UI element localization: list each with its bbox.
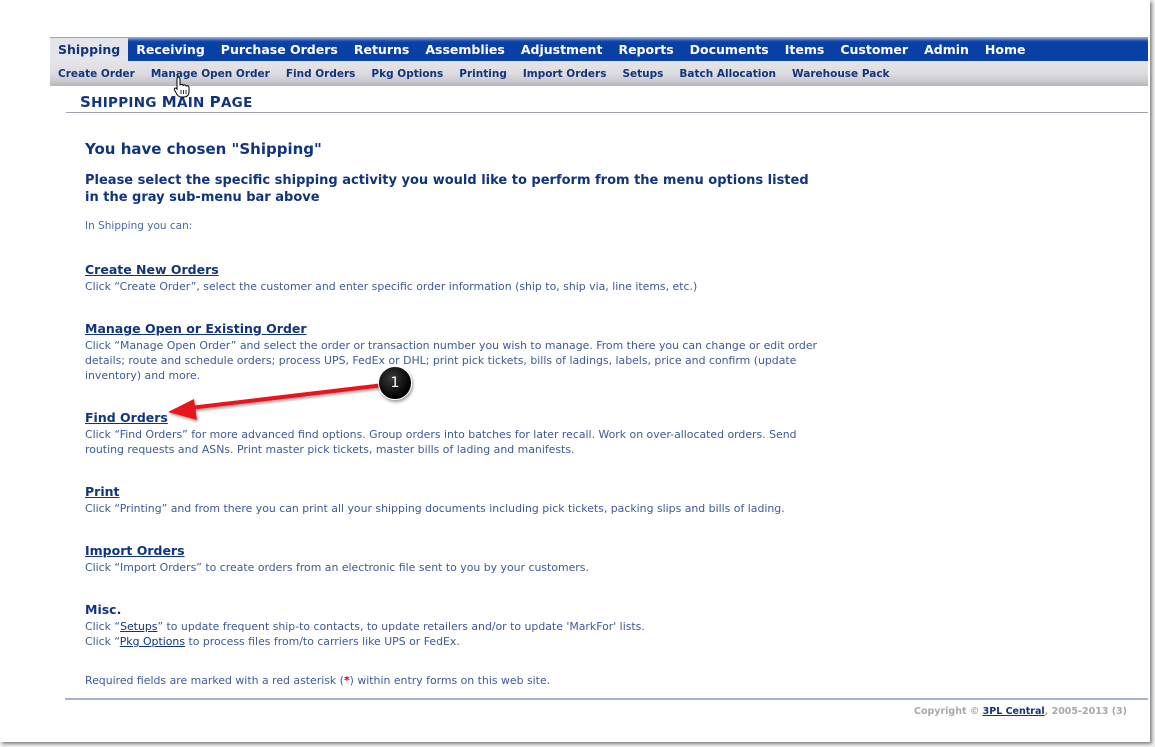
submenu-manage-open-order[interactable]: Manage Open Order (143, 68, 278, 80)
tab-home[interactable]: Home (977, 37, 1034, 61)
page-title-part: S (80, 93, 92, 111)
tab-documents[interactable]: Documents (682, 37, 777, 61)
misc-text: Click “ (85, 620, 121, 633)
section-misc: Misc. Click “Setups” to update frequent … (85, 599, 830, 649)
copyright-text: Copyright © (914, 706, 983, 717)
setups-link[interactable]: Setups (120, 620, 157, 633)
sub-menu-bar: Create Order Manage Open Order Find Orde… (50, 61, 1148, 86)
create-new-orders-link[interactable]: Create New Orders (85, 262, 219, 278)
section-find-orders: Find Orders Click “Find Orders” for more… (85, 407, 830, 457)
manage-open-order-link[interactable]: Manage Open or Existing Order (85, 321, 307, 337)
section-print: Print Click “Printing” and from there yo… (85, 481, 830, 516)
submenu-printing[interactable]: Printing (451, 68, 515, 80)
required-text: Required fields are marked with a red as… (85, 674, 344, 687)
footer-divider (65, 698, 1148, 700)
tab-reports[interactable]: Reports (610, 37, 681, 61)
section-import-orders: Import Orders Click “Import Orders” to c… (85, 540, 830, 575)
step-badge: 1 (378, 366, 412, 400)
misc-text: ” to update frequent ship-to contacts, t… (157, 620, 645, 633)
misc-text: to process files from/to carriers like U… (185, 635, 460, 648)
section-description: Click “Find Orders” for more advanced fi… (85, 428, 797, 456)
main-menu-bar: Shipping Receiving Purchase Orders Retur… (50, 37, 1148, 61)
tab-customer[interactable]: Customer (832, 37, 916, 61)
arrow-shaft (188, 383, 386, 410)
submenu-warehouse-pack[interactable]: Warehouse Pack (784, 68, 898, 80)
3pl-central-link[interactable]: 3PL Central (983, 706, 1045, 717)
section-description: Click “Create Order”, select the custome… (85, 280, 698, 293)
tab-adjustment[interactable]: Adjustment (513, 37, 611, 61)
tab-admin[interactable]: Admin (916, 37, 977, 61)
misc-heading: Misc. (85, 602, 122, 617)
chosen-heading: You have chosen "Shipping" (85, 140, 322, 158)
tab-receiving[interactable]: Receiving (128, 37, 213, 61)
submenu-import-orders[interactable]: Import Orders (515, 68, 615, 80)
pkg-options-link[interactable]: Pkg Options (120, 635, 185, 648)
import-orders-link[interactable]: Import Orders (85, 543, 185, 559)
copyright-text: , 2005-2013 (3) (1044, 706, 1128, 717)
tab-items[interactable]: Items (777, 37, 833, 61)
page-title: SHIPPING MAIN PAGE (80, 93, 253, 111)
section-description: Click “Manage Open Order” and select the… (85, 339, 817, 382)
section-description: Click “Printing” and from there you can … (85, 502, 785, 515)
required-fields-note: Required fields are marked with a red as… (85, 674, 550, 687)
tab-shipping[interactable]: Shipping (50, 38, 129, 61)
misc-line-pkg-options: Click “Pkg Options to process files from… (85, 634, 830, 649)
title-divider (66, 112, 1148, 113)
misc-text: Click “ (85, 635, 120, 648)
submenu-batch-allocation[interactable]: Batch Allocation (671, 68, 784, 80)
section-description: Click “Import Orders” to create orders f… (85, 561, 589, 574)
submenu-setups[interactable]: Setups (614, 68, 671, 80)
section-create-new-orders: Create New Orders Click “Create Order”, … (85, 259, 830, 294)
tab-returns[interactable]: Returns (346, 37, 417, 61)
page-title-part: P (209, 93, 221, 111)
hand-pointer-icon (173, 76, 190, 98)
intro-text: In Shipping you can: (85, 220, 193, 232)
instruction-text: Please select the specific shipping acti… (85, 173, 809, 205)
section-manage-open-order: Manage Open or Existing Order Click “Man… (85, 318, 830, 383)
copyright-notice: Copyright © 3PL Central, 2005-2013 (3) (914, 706, 1127, 717)
print-link[interactable]: Print (85, 484, 120, 500)
tab-purchase-orders[interactable]: Purchase Orders (213, 37, 346, 61)
page-title-part: AGE (220, 95, 253, 111)
submenu-find-orders[interactable]: Find Orders (278, 68, 364, 80)
tab-assemblies[interactable]: Assemblies (417, 37, 513, 61)
app-window: Shipping Receiving Purchase Orders Retur… (0, 0, 1150, 742)
submenu-create-order[interactable]: Create Order (50, 68, 143, 80)
submenu-pkg-options[interactable]: Pkg Options (363, 68, 451, 80)
find-orders-link[interactable]: Find Orders (85, 410, 168, 426)
misc-line-setups: Click “Setups” to update frequent ship-t… (85, 619, 830, 634)
page-title-part: HIPPING (91, 95, 162, 111)
required-text: ) within entry forms on this web site. (349, 674, 551, 687)
